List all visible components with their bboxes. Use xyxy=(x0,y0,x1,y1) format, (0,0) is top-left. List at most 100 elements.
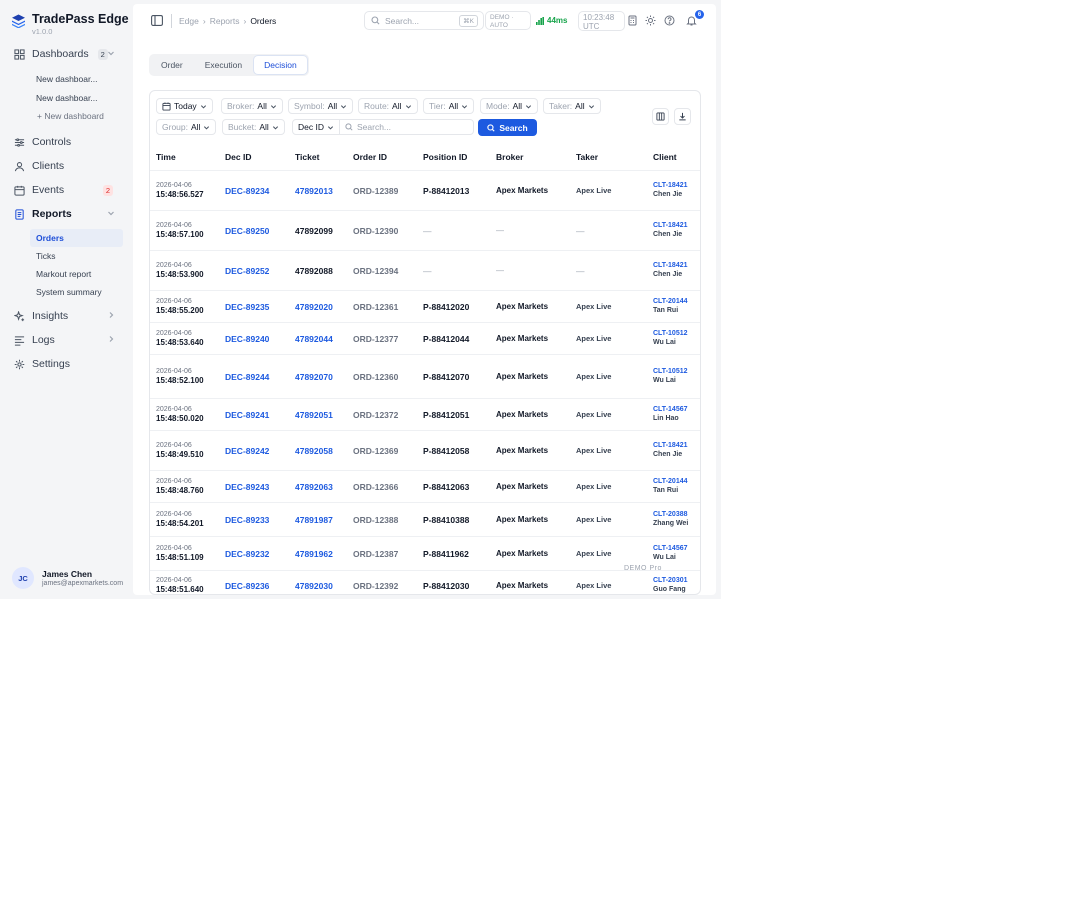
table-row[interactable]: 2026-04-06 15:48:51.640 DEC-89236 47892030 O… xyxy=(150,571,700,594)
sidebar-item-settings[interactable]: Settings xyxy=(0,352,133,376)
client-id-link[interactable]: CLT-18421 xyxy=(653,221,688,230)
sidebar-subitem-ticks[interactable]: Ticks xyxy=(0,247,133,265)
client-id-link[interactable]: CLT-10512 xyxy=(653,329,688,338)
client-id-link[interactable]: CLT-18421 xyxy=(653,441,688,450)
cell-dec-id-link[interactable]: DEC-89235 xyxy=(225,302,269,312)
table-row[interactable]: 2026-04-06 15:48:51.109 DEC-89232 47891962 O… xyxy=(150,537,700,571)
breadcrumb-reports[interactable]: Reports xyxy=(210,16,240,26)
calculator-icon[interactable] xyxy=(627,15,638,26)
tab-order[interactable]: Order xyxy=(151,56,193,74)
client-id-link[interactable]: CLT-14567 xyxy=(653,544,688,553)
column-header-client[interactable]: Client xyxy=(653,152,677,162)
cell-dec-id-link[interactable]: DEC-89233 xyxy=(225,515,269,525)
client-name: Wu Lai xyxy=(653,377,676,384)
sidebar-item-insights[interactable]: Insights xyxy=(0,304,133,328)
table-row[interactable]: 2026-04-06 15:48:57.100 DEC-89250 47892099 O… xyxy=(150,211,700,251)
cell-dec-id-link[interactable]: DEC-89242 xyxy=(225,446,269,456)
cell-ticket[interactable]: 47892058 xyxy=(295,446,333,456)
cell-dec-id-link[interactable]: DEC-89241 xyxy=(225,410,269,420)
cell-ticket[interactable]: 47892013 xyxy=(295,186,333,196)
client-id-link[interactable]: CLT-20144 xyxy=(653,477,688,486)
client-id-link[interactable]: CLT-20144 xyxy=(653,297,688,306)
column-header-position-id[interactable]: Position ID xyxy=(423,152,467,162)
cell-ticket[interactable]: 47892070 xyxy=(295,372,333,382)
table-row[interactable]: 2026-04-06 15:48:54.201 DEC-89233 47891987 O… xyxy=(150,503,700,537)
group-filter[interactable]: Group: All xyxy=(156,119,217,135)
sidebar-subitem-markout-report[interactable]: Markout report xyxy=(0,265,133,283)
tab-execution[interactable]: Execution xyxy=(195,56,252,74)
table-row[interactable]: 2026-04-06 15:48:53.900 DEC-89252 47892088 O… xyxy=(150,251,700,291)
column-header-time[interactable]: Time xyxy=(156,152,176,162)
table-row[interactable]: 2026-04-06 15:48:53.640 DEC-89240 47892044 O… xyxy=(150,323,700,355)
sidebar-item-clients[interactable]: Clients xyxy=(0,154,133,178)
download-button[interactable] xyxy=(674,108,691,125)
client-id-link[interactable]: CLT-20388 xyxy=(653,510,688,519)
cell-dec-id-link[interactable]: DEC-89244 xyxy=(225,372,269,382)
table-row[interactable]: 2026-04-06 15:48:49.510 DEC-89242 47892058 O… xyxy=(150,431,700,471)
sidebar-subitem-system-summary[interactable]: System summary xyxy=(0,283,133,301)
mode-filter[interactable]: Mode: All xyxy=(480,98,539,114)
breadcrumb-edge[interactable]: Edge xyxy=(179,16,199,26)
sidebar-toggle-icon[interactable] xyxy=(151,15,163,26)
sidebar-subitem-dashboard-2[interactable]: New dashboar... xyxy=(0,89,133,107)
sidebar-item-dashboards[interactable]: Dashboards 2 xyxy=(0,42,133,66)
table-row[interactable]: 2026-04-06 15:48:56.527 DEC-89234 47892013 O… xyxy=(150,171,700,211)
cell-dec-id-link[interactable]: DEC-89236 xyxy=(225,581,269,591)
client-id-link[interactable]: CLT-18421 xyxy=(653,181,688,190)
client-id-link[interactable]: CLT-20301 xyxy=(653,576,688,585)
cell-ticket[interactable]: 47892044 xyxy=(295,334,333,344)
new-dashboard-link[interactable]: + New dashboard xyxy=(0,107,133,125)
column-header-order-id[interactable]: Order ID xyxy=(353,152,387,162)
column-header-broker[interactable]: Broker xyxy=(496,152,523,162)
tier-filter[interactable]: Tier: All xyxy=(423,98,475,114)
client-id-link[interactable]: CLT-10512 xyxy=(653,367,688,376)
cell-ticket[interactable]: 47891987 xyxy=(295,515,333,525)
table-row[interactable]: 2026-04-06 15:48:48.760 DEC-89243 47892063 O… xyxy=(150,471,700,503)
sidebar-item-reports[interactable]: Reports xyxy=(0,202,133,226)
help-icon[interactable] xyxy=(664,15,675,26)
table-row[interactable]: 2026-04-06 15:48:52.100 DEC-89244 47892070 O… xyxy=(150,355,700,399)
column-header-ticket[interactable]: Ticket xyxy=(295,152,319,162)
signal-icon xyxy=(536,16,544,25)
bucket-filter[interactable]: Bucket: All xyxy=(222,119,285,135)
cell-ticket[interactable]: 47891962 xyxy=(295,549,333,559)
cell-dec-id-link[interactable]: DEC-89234 xyxy=(225,186,269,196)
cell-dec-id-link[interactable]: DEC-89252 xyxy=(225,266,269,276)
cell-dec-id-link[interactable]: DEC-89240 xyxy=(225,334,269,344)
column-header-dec-id[interactable]: Dec ID xyxy=(225,152,251,162)
broker-filter[interactable]: Broker: All xyxy=(221,98,283,114)
cell-ticket[interactable]: 47892030 xyxy=(295,581,333,591)
search-button[interactable]: Search xyxy=(478,119,537,136)
id-type-select[interactable]: Dec ID xyxy=(293,120,340,134)
cell-dec-id-link[interactable]: DEC-89250 xyxy=(225,226,269,236)
mode-indicator[interactable]: DEMO · AUTO xyxy=(485,11,531,30)
cell-dec-id-link[interactable]: DEC-89243 xyxy=(225,482,269,492)
date-filter[interactable]: Today xyxy=(156,98,213,114)
sun-icon[interactable] xyxy=(645,15,656,26)
client-id-link[interactable]: CLT-14567 xyxy=(653,405,688,414)
cell-ticket[interactable]: 47892020 xyxy=(295,302,333,312)
global-search-input[interactable]: Search... ⌘K xyxy=(364,11,484,30)
client-id-link[interactable]: CLT-18421 xyxy=(653,261,688,270)
sidebar-item-controls[interactable]: Controls xyxy=(0,130,133,154)
brand[interactable]: TradePass Edge v1.0.0 xyxy=(12,12,129,36)
column-header-taker[interactable]: Taker xyxy=(576,152,598,162)
table-row[interactable]: 2026-04-06 15:48:50.020 DEC-89241 47892051 O… xyxy=(150,399,700,431)
cell-ticket[interactable]: 47892063 xyxy=(295,482,333,492)
sidebar-subitem-dashboard-1[interactable]: New dashboar... xyxy=(0,70,133,88)
symbol-filter[interactable]: Symbol: All xyxy=(288,98,354,114)
sidebar-item-logs[interactable]: Logs xyxy=(0,328,133,352)
id-search-input[interactable]: Search... xyxy=(340,122,391,132)
client-name: Tan Rui xyxy=(653,487,679,494)
taker-filter[interactable]: Taker: All xyxy=(543,98,601,114)
sidebar-item-events[interactable]: Events 2 xyxy=(0,178,133,202)
cell-timestamp: 15:48:51.109 xyxy=(156,553,204,562)
cell-dec-id-link[interactable]: DEC-89232 xyxy=(225,549,269,559)
sidebar-subitem-orders[interactable]: Orders xyxy=(30,229,123,247)
route-filter[interactable]: Route: All xyxy=(358,98,418,114)
tab-decision[interactable]: Decision xyxy=(254,56,307,74)
user-profile[interactable]: JC James Chen james@apexmarkets.com xyxy=(12,567,123,589)
columns-button[interactable] xyxy=(652,108,669,125)
cell-ticket[interactable]: 47892051 xyxy=(295,410,333,420)
table-row[interactable]: 2026-04-06 15:48:55.200 DEC-89235 47892020 O… xyxy=(150,291,700,323)
